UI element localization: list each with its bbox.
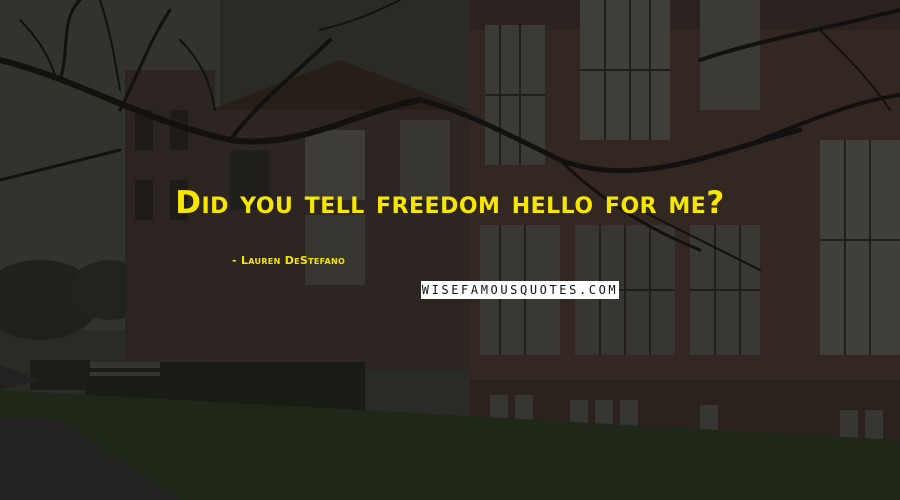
- quote-author: - Lauren DeStefano: [232, 254, 346, 267]
- manor-house-background-image: [0, 0, 900, 500]
- quote-text: Did you tell freedom hello for me?: [175, 185, 725, 221]
- quote-card: Did you tell freedom hello for me? - Lau…: [0, 0, 900, 500]
- watermark-badge: WISEFAMOUSQUOTES.COM: [421, 281, 619, 299]
